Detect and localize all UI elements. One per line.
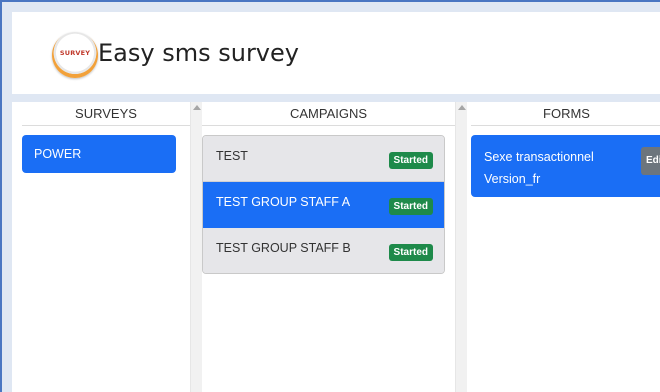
campaigns-header: CAMPAIGNS <box>202 102 455 126</box>
status-badge: Started <box>388 152 433 169</box>
campaigns-column: CAMPAIGNS TEST Started TEST GROUP STAFF … <box>202 102 455 392</box>
campaigns-scrollbar[interactable] <box>455 102 467 392</box>
campaign-list: TEST Started TEST GROUP STAFF A Started … <box>202 135 445 274</box>
campaign-item-test-group-staff-b[interactable]: TEST GROUP STAFF B Started <box>203 228 444 273</box>
form-item-sexe-transactionnel[interactable]: Sexe transactionnel Version_fr Edi <box>471 135 660 197</box>
logo-text: SURVEY <box>59 49 91 57</box>
status-badge: Started <box>388 244 433 261</box>
form-item-title: Sexe transactionnel <box>484 150 594 164</box>
campaign-item-test-group-staff-a[interactable]: TEST GROUP STAFF A Started <box>203 182 444 228</box>
status-badge: Started <box>388 198 433 215</box>
surveys-header: SURVEYS <box>22 102 190 126</box>
scroll-up-icon[interactable] <box>458 105 466 110</box>
forms-header: FORMS <box>471 102 660 126</box>
campaign-item-test[interactable]: TEST Started <box>203 136 444 182</box>
app-header: SURVEY Easy sms survey <box>12 12 660 94</box>
campaign-item-label: TEST GROUP STAFF A <box>216 195 351 209</box>
forms-column: FORMS Sexe transactionnel Version_fr Edi <box>471 102 660 392</box>
survey-logo: SURVEY <box>52 32 98 78</box>
scroll-up-icon[interactable] <box>193 105 201 110</box>
app-frame: SURVEY Easy sms survey SURVEYS POWER CAM… <box>0 0 660 392</box>
surveys-scrollbar[interactable] <box>190 102 202 392</box>
form-item-version: Version_fr <box>484 172 541 186</box>
edit-button[interactable]: Edi <box>641 147 660 175</box>
survey-item-label: POWER <box>34 147 82 161</box>
main-content: SURVEYS POWER CAMPAIGNS TEST Started TES… <box>12 102 660 392</box>
campaign-item-label: TEST GROUP STAFF B <box>216 241 351 255</box>
app-title: Easy sms survey <box>98 39 299 67</box>
surveys-column: SURVEYS POWER <box>22 102 190 392</box>
survey-item-power[interactable]: POWER <box>22 135 176 173</box>
campaign-item-label: TEST <box>216 149 248 163</box>
